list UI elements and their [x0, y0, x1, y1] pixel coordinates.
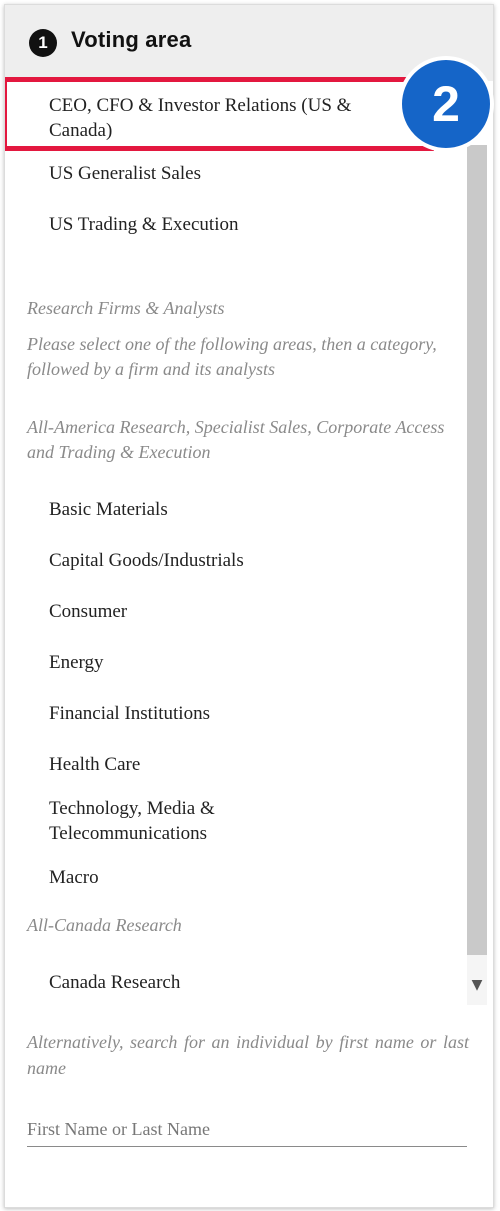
list-item-health-care[interactable]: Health Care [49, 752, 140, 777]
list-item-canada-research[interactable]: Canada Research [49, 970, 180, 995]
scrollbar-thumb[interactable] [467, 145, 487, 955]
list-item-macro[interactable]: Macro [49, 865, 99, 890]
list-item-energy[interactable]: Energy [49, 650, 104, 675]
name-search-input[interactable] [27, 1112, 467, 1147]
scroll-down-arrow-icon[interactable]: ▼ [467, 970, 487, 1000]
alternative-search-text: Alternatively, search for an individual … [27, 1032, 469, 1078]
voting-area-panel: 1 Voting area CEO, CFO & Investor Relati… [4, 4, 494, 1208]
list-item-capital-goods[interactable]: Capital Goods/Industrials [49, 548, 244, 573]
research-instructions: Please select one of the following areas… [27, 334, 437, 379]
list-item-financial-institutions[interactable]: Financial Institutions [49, 701, 210, 726]
step-2-badge: 2 [398, 56, 494, 152]
all-canada-heading: All-Canada Research [27, 915, 182, 935]
panel-title: Voting area [71, 27, 192, 52]
list-item-basic-materials[interactable]: Basic Materials [49, 497, 168, 522]
research-heading: Research Firms & Analysts [27, 298, 225, 318]
list-item-tmt[interactable]: Technology, Media & Telecommunications [49, 796, 279, 846]
list-item-consumer[interactable]: Consumer [49, 599, 127, 624]
all-america-heading: All-America Research, Specialist Sales, … [27, 417, 445, 462]
list-item-us-trading-execution[interactable]: US Trading & Execution [49, 212, 238, 237]
step-number-icon: 1 [29, 29, 57, 57]
list-item-us-generalist-sales[interactable]: US Generalist Sales [49, 161, 201, 186]
highlight-box [5, 77, 434, 151]
